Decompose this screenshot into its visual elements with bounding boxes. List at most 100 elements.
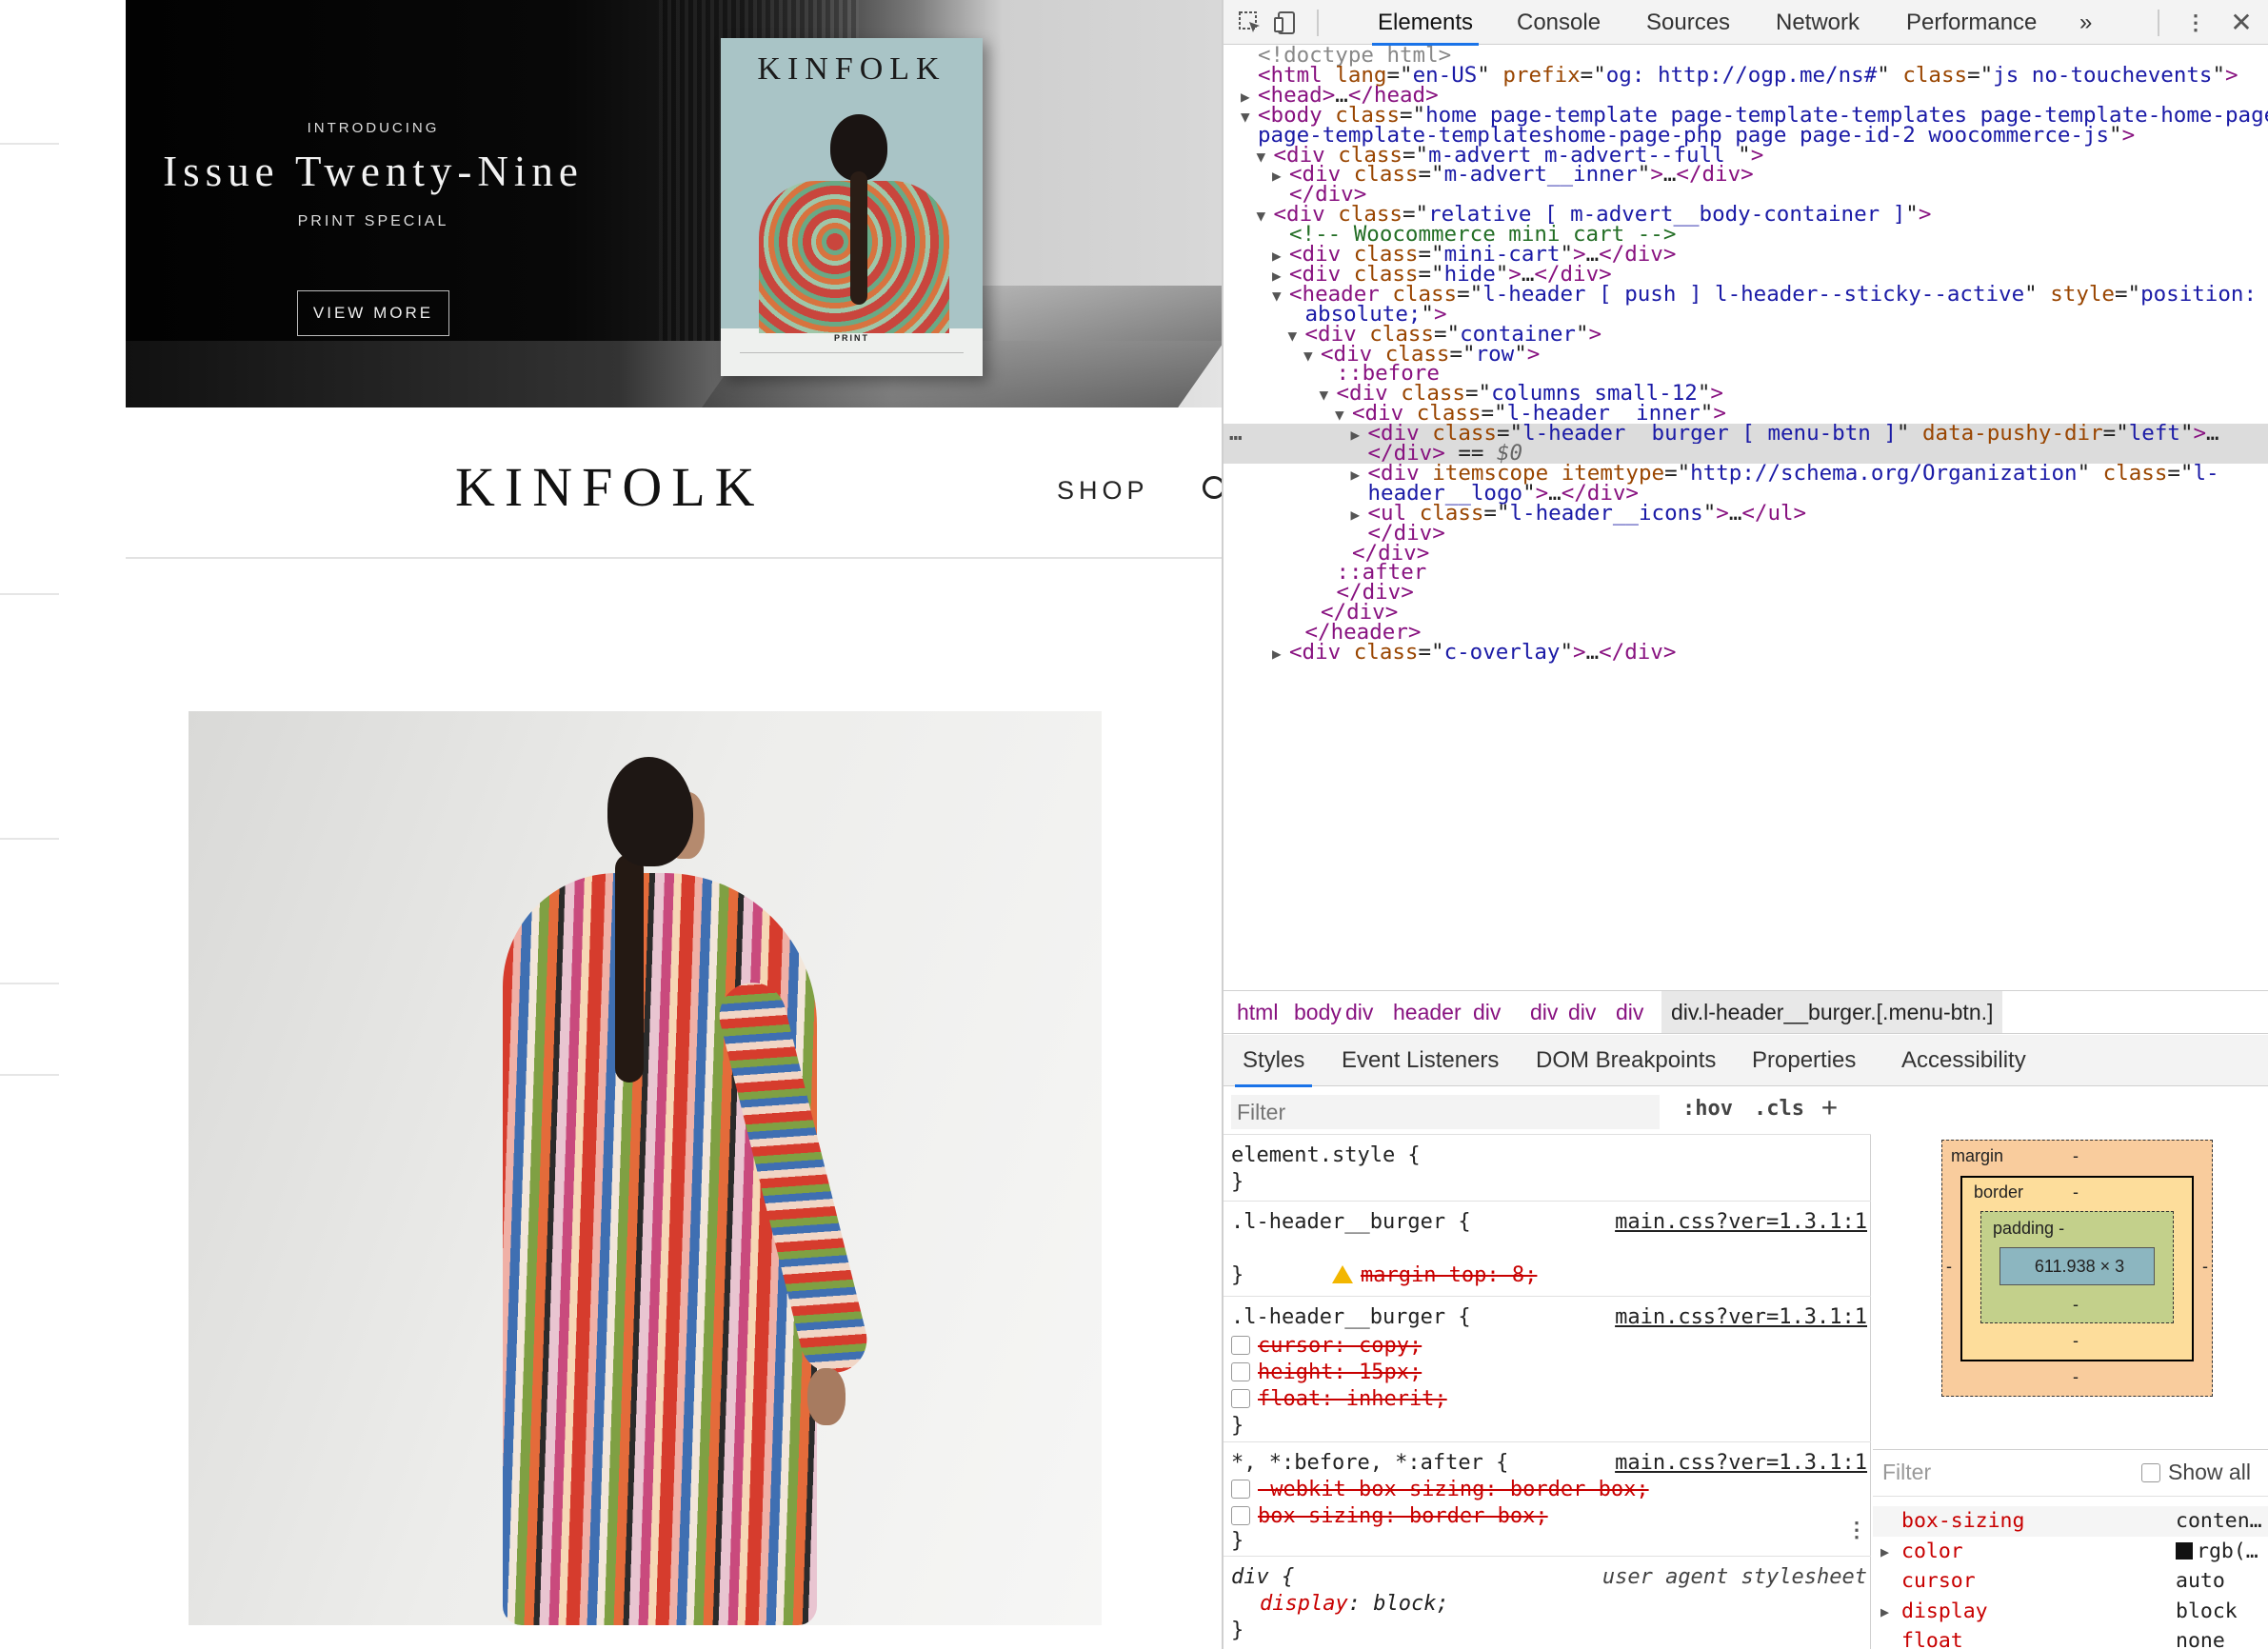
tab-network[interactable]: Network: [1776, 0, 1860, 45]
collapse-arrow-icon[interactable]: ▼: [1303, 347, 1321, 367]
tab-styles[interactable]: Styles: [1234, 1035, 1313, 1087]
source-link[interactable]: main.css?ver=1.3.1:1: [1615, 1209, 1867, 1236]
property-checkbox[interactable]: [1231, 1336, 1250, 1355]
node-actions-ellipsis-icon[interactable]: …: [1229, 423, 1243, 444]
property-checkbox[interactable]: [1231, 1506, 1250, 1525]
side-divider: [0, 143, 59, 145]
rule-close: }: [1231, 1414, 1244, 1438]
expand-arrow-icon[interactable]: ▶: [1880, 1537, 1889, 1567]
dom-node-line[interactable]: ▶ <div class="c-overlay">…</div>: [1224, 640, 2268, 665]
style-rule[interactable]: *, *:before, *:after { main.css?ver=1.3.…: [1224, 1442, 1871, 1557]
style-rule[interactable]: .l-header__burger { main.css?ver=1.3.1:1…: [1224, 1202, 1871, 1297]
breadcrumb-item[interactable]: div: [1568, 991, 1596, 1033]
advert-banner[interactable]: INTRODUCING Issue Twenty-Nine PRINT SPEC…: [126, 0, 1222, 407]
computed-property-row[interactable]: ▶ display block: [1873, 1597, 2268, 1627]
style-property[interactable]: margin-top: 8;: [1361, 1263, 1537, 1287]
style-property-name: display: [1260, 1592, 1348, 1616]
tab-console[interactable]: Console: [1517, 0, 1601, 45]
expand-arrow-icon[interactable]: ▶: [1880, 1597, 1889, 1627]
tab-dom-breakpoints[interactable]: DOM Breakpoints: [1536, 1035, 1716, 1086]
breadcrumb-item[interactable]: div: [1616, 991, 1643, 1033]
rule-menu-icon[interactable]: ⋮: [1846, 1519, 1867, 1542]
cls-button[interactable]: .cls: [1754, 1097, 1804, 1121]
new-style-rule-button[interactable]: +: [1821, 1091, 1838, 1123]
expand-arrow-icon[interactable]: ▶: [1241, 88, 1258, 108]
expand-arrow-icon[interactable]: ▶: [1351, 466, 1368, 486]
hov-button[interactable]: :hov: [1682, 1097, 1733, 1121]
styles-subtabs: Styles Event Listeners DOM Breakpoints P…: [1224, 1035, 2268, 1087]
close-icon[interactable]: ✕: [2228, 10, 2255, 36]
style-property[interactable]: box-sizing: border-box;: [1258, 1504, 1548, 1528]
style-property[interactable]: cursor: copy;: [1258, 1334, 1422, 1358]
shop-link[interactable]: SHOP: [1057, 476, 1149, 506]
collapse-arrow-icon[interactable]: ▼: [1257, 207, 1274, 227]
inspect-element-icon[interactable]: [1237, 10, 1263, 36]
expand-arrow-icon[interactable]: ▶: [1272, 167, 1289, 187]
side-divider: [0, 838, 59, 840]
kebab-menu-icon[interactable]: ⋮: [2182, 10, 2209, 36]
styles-filter-input[interactable]: [1231, 1095, 1660, 1129]
style-property[interactable]: height: 15px;: [1258, 1361, 1422, 1384]
more-tabs-icon[interactable]: »: [2079, 0, 2092, 45]
breadcrumb-item[interactable]: body: [1294, 991, 1342, 1033]
tab-accessibility[interactable]: Accessibility: [1901, 1035, 2026, 1086]
site-logo[interactable]: KINFOLK: [455, 455, 765, 519]
rule-close: }: [1231, 1619, 1244, 1642]
property-checkbox[interactable]: [1231, 1362, 1250, 1381]
computed-filter-bar: Filter Show all: [1873, 1449, 2268, 1497]
dom-node-line[interactable]: ▶ <div class="m-advert__inner">…</div>: [1224, 164, 2268, 187]
style-property[interactable]: float: inherit;: [1258, 1387, 1447, 1411]
collapse-arrow-icon[interactable]: ▼: [1241, 108, 1258, 128]
tab-sources[interactable]: Sources: [1646, 0, 1730, 45]
style-property[interactable]: -webkit-box-sizing: border-box;: [1258, 1478, 1649, 1501]
expand-arrow-icon[interactable]: ▶: [1272, 645, 1289, 665]
computed-property-row[interactable]: box-sizing conten…: [1873, 1506, 2268, 1537]
collapse-arrow-icon[interactable]: ▼: [1320, 386, 1337, 406]
breadcrumb-item[interactable]: html: [1237, 991, 1278, 1033]
computed-property-row[interactable]: ▶ color rgb(…: [1873, 1537, 2268, 1567]
collapse-arrow-icon[interactable]: ▼: [1335, 406, 1352, 426]
collapse-arrow-icon[interactable]: ▼: [1257, 148, 1274, 168]
breadcrumb-item[interactable]: header: [1393, 991, 1462, 1033]
show-all-toggle[interactable]: Show all: [2141, 1460, 2251, 1485]
property-checkbox[interactable]: [1231, 1480, 1250, 1499]
computed-property-row[interactable]: cursor auto: [1873, 1566, 2268, 1597]
computed-filter-input[interactable]: Filter: [1882, 1460, 1931, 1485]
breadcrumb-item[interactable]: div: [1345, 991, 1373, 1033]
tab-performance[interactable]: Performance: [1906, 0, 2037, 45]
styles-pane: :hov .cls + element.style { } .l-header_…: [1224, 1087, 1871, 1649]
computed-property-value: none: [2176, 1629, 2225, 1649]
expand-arrow-icon[interactable]: ▶: [1272, 267, 1289, 287]
element-style-rule[interactable]: element.style { }: [1224, 1135, 1871, 1202]
toolbar-separator: [1317, 10, 1319, 36]
source-link[interactable]: main.css?ver=1.3.1:1: [1615, 1450, 1867, 1477]
device-toolbar-icon[interactable]: [1273, 10, 1300, 36]
hero-photo[interactable]: [189, 711, 1102, 1625]
search-icon[interactable]: [1203, 476, 1222, 499]
style-rule[interactable]: div { user agent stylesheet display: blo…: [1224, 1557, 1871, 1649]
expand-arrow-icon[interactable]: ▶: [1351, 506, 1368, 526]
tab-properties[interactable]: Properties: [1752, 1035, 1856, 1086]
property-checkbox[interactable]: [1231, 1389, 1250, 1408]
advert-intro: INTRODUCING: [307, 120, 440, 136]
dom-tree[interactable]: <!doctype html> <html lang="en-US" prefix…: [1224, 45, 2268, 988]
view-more-button[interactable]: VIEW MORE: [297, 290, 449, 336]
expand-arrow-icon[interactable]: ▶: [1351, 426, 1368, 446]
collapse-arrow-icon[interactable]: ▼: [1288, 327, 1305, 347]
dom-node-markup: <div class="c-overlay">…</div>: [1289, 640, 1677, 665]
breadcrumb-item[interactable]: div.l-header__burger.[.menu-btn.]: [1661, 991, 2003, 1033]
computed-property-row[interactable]: float none: [1873, 1626, 2268, 1649]
style-rule[interactable]: .l-header__burger { main.css?ver=1.3.1:1…: [1224, 1297, 1871, 1442]
expand-arrow-icon[interactable]: ▶: [1272, 247, 1289, 267]
margin-right-value: -: [2202, 1257, 2208, 1276]
show-all-checkbox[interactable]: [2141, 1463, 2160, 1482]
source-link[interactable]: main.css?ver=1.3.1:1: [1615, 1304, 1867, 1331]
tab-event-listeners[interactable]: Event Listeners: [1342, 1035, 1499, 1086]
breadcrumb-item[interactable]: div: [1530, 991, 1558, 1033]
breadcrumb-item[interactable]: div: [1473, 991, 1501, 1033]
collapse-arrow-icon[interactable]: ▼: [1272, 287, 1289, 307]
color-swatch-icon[interactable]: [2176, 1541, 2193, 1560]
devtools-panel: Elements Console Sources Network Perform…: [1222, 0, 2268, 1649]
rule-selector: .l-header__burger {: [1231, 1210, 1471, 1234]
tab-elements[interactable]: Elements: [1371, 0, 1480, 46]
